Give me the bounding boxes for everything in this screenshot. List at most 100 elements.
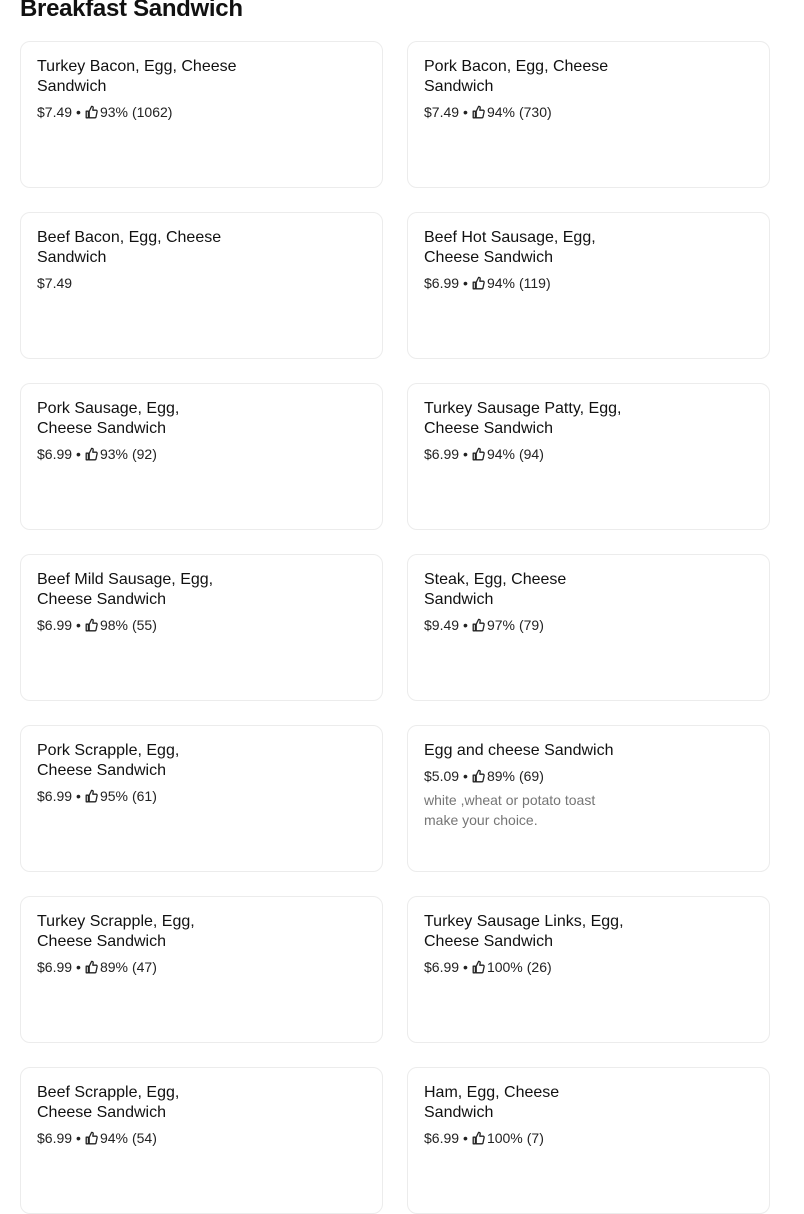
separator-dot: • (463, 104, 468, 120)
separator-dot: • (463, 1130, 468, 1146)
menu-item-rating-group: • 89% (69) (459, 766, 544, 786)
menu-item-name: Steak, Egg, Cheese Sandwich (424, 571, 567, 608)
menu-item-rating: 94% (486, 446, 515, 462)
menu-item-card[interactable]: Ham, Egg, Cheese Sandwich $6.99 • 100% (… (407, 1067, 770, 1214)
menu-item-meta: $9.49 • 97% (79) (424, 615, 753, 635)
menu-item-rating: 89% (486, 768, 515, 784)
section-title: Breakfast Sandwich (20, 0, 243, 22)
menu-item-rating-group: • 93% (1062) (72, 102, 172, 122)
separator-dot: • (76, 1130, 81, 1146)
menu-item-card[interactable]: Beef Scrapple, Egg, Cheese Sandwich $6.9… (20, 1067, 383, 1214)
separator-dot: • (76, 104, 81, 120)
menu-item-rating-count: (61) (131, 788, 157, 804)
menu-item-name: Pork Sausage, Egg, Cheese Sandwich (37, 400, 180, 437)
thumbs-up-icon (85, 618, 98, 632)
menu-item-meta: $6.99 • 94% (119) (424, 273, 753, 293)
menu-item-rating-group: • 95% (61) (72, 786, 157, 806)
separator-dot: • (76, 788, 81, 804)
separator-dot: • (76, 617, 81, 633)
menu-item-grid: Turkey Bacon, Egg, Cheese Sandwich $7.49… (20, 41, 770, 1214)
menu-item-card[interactable]: Egg and cheese Sandwich $5.09 • 89% (69)… (407, 725, 770, 872)
menu-item-rating: 93% (99, 104, 128, 120)
thumbs-up-icon (85, 960, 98, 974)
menu-item-rating-group: • 100% (7) (459, 1128, 544, 1148)
menu-item-card[interactable]: Turkey Scrapple, Egg, Cheese Sandwich $6… (20, 896, 383, 1043)
menu-item-rating: 100% (486, 1130, 523, 1146)
menu-item-price: $6.99 (37, 446, 73, 462)
menu-item-rating: 97% (486, 617, 515, 633)
menu-item-rating-count: (55) (131, 617, 157, 633)
menu-item-card[interactable]: Turkey Sausage Patty, Egg, Cheese Sandwi… (407, 383, 770, 530)
menu-item-card[interactable]: Beef Hot Sausage, Egg, Cheese Sandwich $… (407, 212, 770, 359)
menu-item-price: $6.99 (424, 275, 460, 291)
menu-item-rating-count: (1062) (131, 104, 173, 120)
menu-item-meta: $5.09 • 89% (69) (424, 766, 753, 786)
menu-item-rating-count: (79) (518, 617, 544, 633)
menu-item-price: $7.49 (37, 275, 73, 291)
menu-item-rating: 94% (486, 275, 515, 291)
menu-item-price: $6.99 (37, 1130, 73, 1146)
menu-item-name: Turkey Sausage Patty, Egg, Cheese Sandwi… (424, 400, 622, 437)
menu-item-meta: $6.99 • 94% (54) (37, 1128, 366, 1148)
menu-item-meta: $7.49 • (37, 273, 366, 293)
thumbs-up-icon (472, 276, 485, 290)
menu-item-price: $6.99 (37, 959, 73, 975)
separator-dot: • (463, 275, 468, 291)
menu-item-rating-group: • 100% (26) (459, 957, 552, 977)
thumbs-up-icon (85, 105, 98, 119)
menu-item-price: $6.99 (424, 1130, 460, 1146)
menu-item-card[interactable]: Steak, Egg, Cheese Sandwich $9.49 • 97% … (407, 554, 770, 701)
menu-item-rating: 95% (99, 788, 128, 804)
menu-item-name: Beef Hot Sausage, Egg, Cheese Sandwich (424, 229, 596, 266)
menu-item-meta: $6.99 • 95% (61) (37, 786, 366, 806)
menu-item-name: Turkey Sausage Links, Egg, Cheese Sandwi… (424, 913, 624, 950)
menu-item-rating-group: • 94% (94) (459, 444, 544, 464)
menu-item-card[interactable]: Pork Scrapple, Egg, Cheese Sandwich $6.9… (20, 725, 383, 872)
thumbs-up-icon (85, 1131, 98, 1145)
thumbs-up-icon (472, 105, 485, 119)
menu-item-card[interactable]: Turkey Bacon, Egg, Cheese Sandwich $7.49… (20, 41, 383, 188)
menu-item-name: Beef Scrapple, Egg, Cheese Sandwich (37, 1084, 180, 1121)
separator-dot: • (463, 959, 468, 975)
separator-dot: • (463, 617, 468, 633)
menu-item-rating-count: (47) (131, 959, 157, 975)
menu-item-rating-count: (730) (518, 104, 552, 120)
menu-item-meta: $6.99 • 94% (94) (424, 444, 753, 464)
menu-item-rating-group: • 94% (54) (72, 1128, 157, 1148)
menu-item-meta: $7.49 • 93% (1062) (37, 102, 366, 122)
thumbs-up-icon (472, 618, 485, 632)
menu-item-card[interactable]: Beef Bacon, Egg, Cheese Sandwich $7.49 • (20, 212, 383, 359)
menu-item-name: Beef Bacon, Egg, Cheese Sandwich (37, 229, 222, 266)
menu-item-card[interactable]: Beef Mild Sausage, Egg, Cheese Sandwich … (20, 554, 383, 701)
menu-item-card[interactable]: Pork Sausage, Egg, Cheese Sandwich $6.99… (20, 383, 383, 530)
menu-item-meta: $6.99 • 100% (7) (424, 1128, 753, 1148)
separator-dot: • (76, 446, 81, 462)
menu-item-rating-group: • 97% (79) (459, 615, 544, 635)
separator-dot: • (463, 768, 468, 784)
menu-item-rating: 93% (99, 446, 128, 462)
menu-item-rating-count: (92) (131, 446, 157, 462)
menu-item-price: $6.99 (37, 617, 73, 633)
menu-item-meta: $6.99 • 89% (47) (37, 957, 366, 977)
separator-dot: • (463, 446, 468, 462)
menu-item-rating-group: • 93% (92) (72, 444, 157, 464)
menu-item-price: $7.49 (37, 104, 73, 120)
thumbs-up-icon (85, 447, 98, 461)
menu-item-rating-count: (69) (518, 768, 544, 784)
menu-item-card[interactable]: Turkey Sausage Links, Egg, Cheese Sandwi… (407, 896, 770, 1043)
menu-item-name: Turkey Bacon, Egg, Cheese Sandwich (37, 58, 237, 95)
menu-item-rating-count: (94) (518, 446, 544, 462)
menu-item-card[interactable]: Pork Bacon, Egg, Cheese Sandwich $7.49 •… (407, 41, 770, 188)
menu-item-rating: 98% (99, 617, 128, 633)
menu-item-rating: 89% (99, 959, 128, 975)
thumbs-up-icon (85, 789, 98, 803)
menu-item-name: Pork Scrapple, Egg, Cheese Sandwich (37, 742, 180, 779)
menu-item-price: $6.99 (37, 788, 73, 804)
menu-item-price: $7.49 (424, 104, 460, 120)
menu-item-rating-group: • 94% (119) (459, 273, 551, 293)
menu-item-rating-count: (54) (131, 1130, 157, 1146)
menu-item-meta: $7.49 • 94% (730) (424, 102, 753, 122)
menu-item-rating-count: (26) (526, 959, 552, 975)
menu-item-meta: $6.99 • 100% (26) (424, 957, 753, 977)
menu-item-rating: 94% (99, 1130, 128, 1146)
